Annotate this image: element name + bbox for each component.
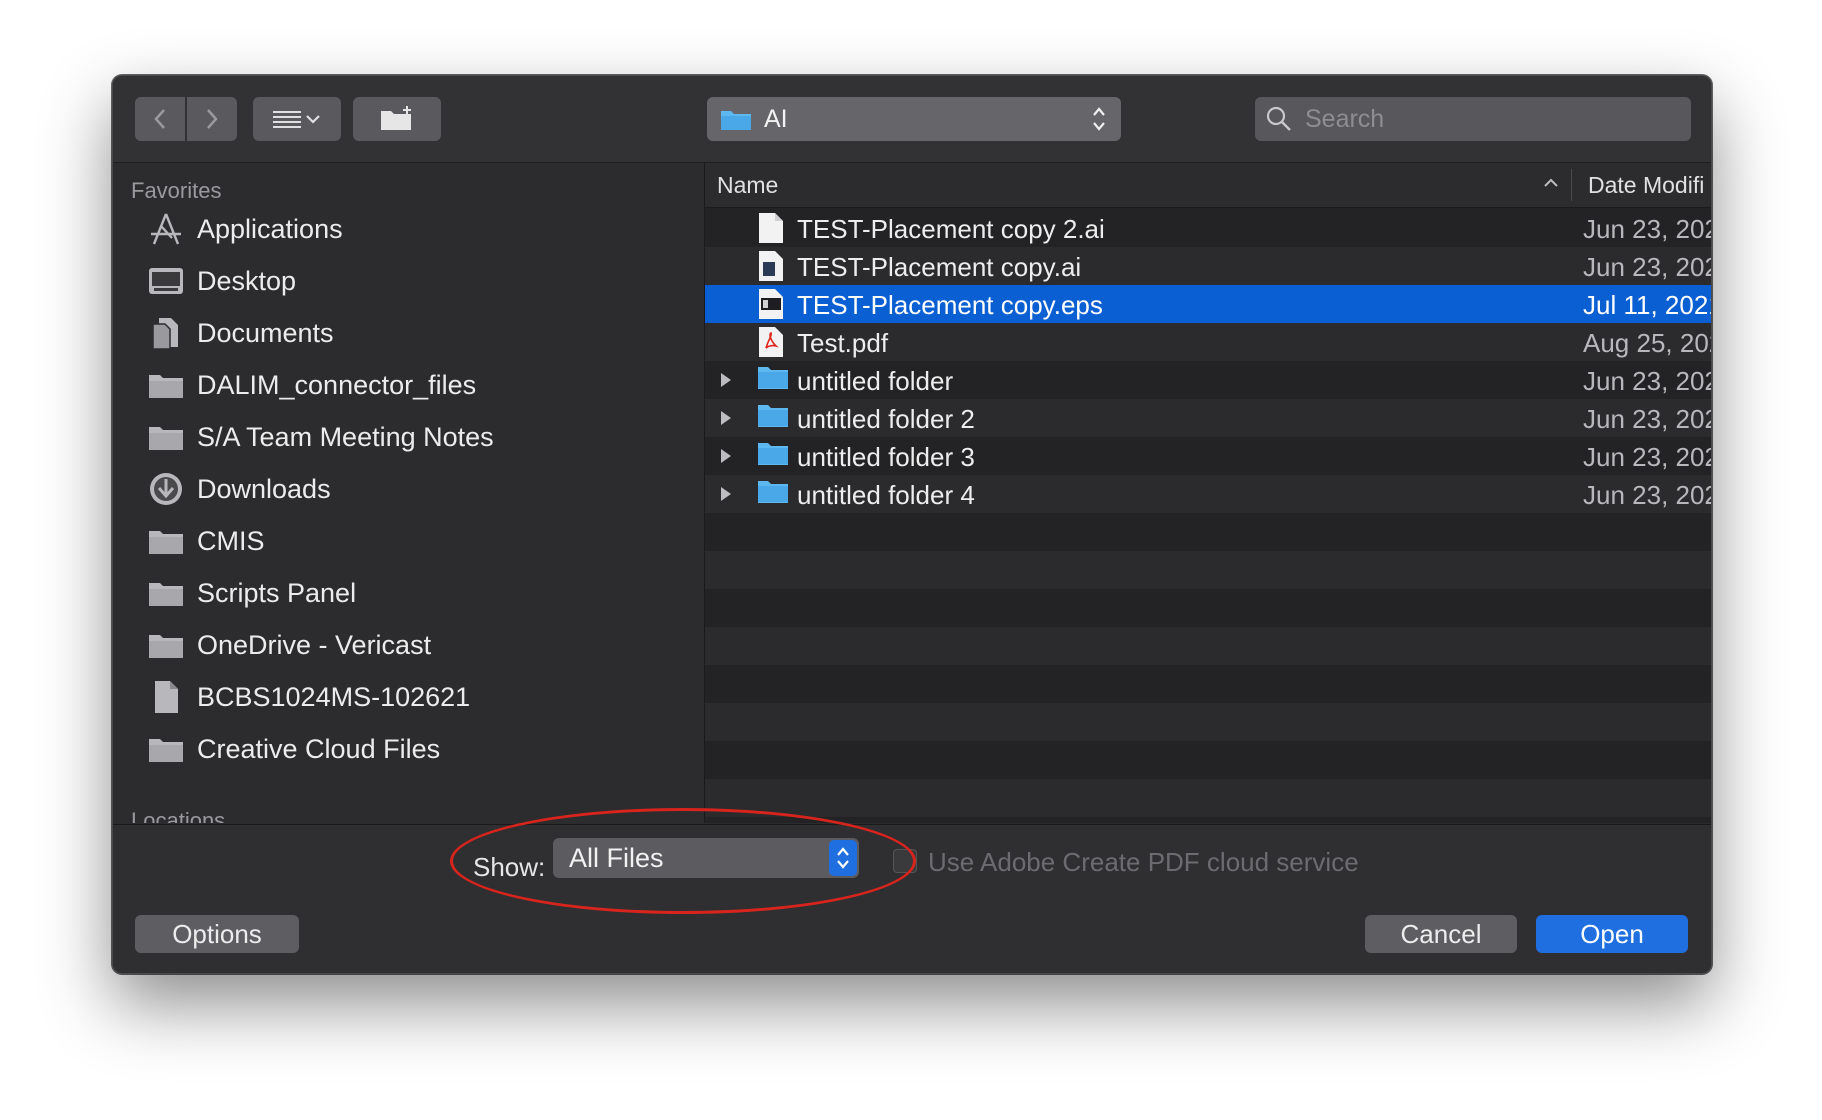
chevron-left-icon xyxy=(154,109,165,129)
empty-row xyxy=(705,741,1711,779)
sidebar-item-creative-cloud-files[interactable]: Creative Cloud Files xyxy=(147,725,440,773)
sidebar-item-sa-team-meeting-notes[interactable]: S/A Team Meeting Notes xyxy=(147,413,494,461)
cancel-button[interactable]: Cancel xyxy=(1365,915,1517,953)
documents-icon xyxy=(147,314,185,352)
empty-row xyxy=(705,589,1711,627)
location-popup[interactable]: AI xyxy=(707,97,1121,141)
show-file-type-popup[interactable]: All Files xyxy=(553,838,859,878)
forward-button[interactable] xyxy=(187,97,237,141)
options-button[interactable]: Options xyxy=(135,915,299,953)
search-field[interactable] xyxy=(1255,97,1691,141)
disclosure-triangle-icon[interactable] xyxy=(719,410,733,426)
empty-row xyxy=(705,665,1711,703)
file-list: Name Date Modifi TEST-Placement copy 2.a… xyxy=(705,163,1711,823)
file-row-selected[interactable]: TEST-Placement copy.eps Jul 11, 2021 xyxy=(705,285,1711,323)
folder-icon xyxy=(758,405,788,427)
new-folder-icon xyxy=(381,106,411,130)
column-header: Name Date Modifi xyxy=(705,163,1711,208)
column-date-modified[interactable]: Date Modifi xyxy=(1588,172,1704,199)
sidebar: Favorites Applications Desktop Documents… xyxy=(113,163,705,823)
disclosure-triangle-icon[interactable] xyxy=(719,486,733,502)
sidebar-item-bcbs1024ms[interactable]: BCBS1024MS-102621 xyxy=(147,673,470,721)
folder-icon xyxy=(147,730,185,768)
sidebar-item-applications[interactable]: Applications xyxy=(147,205,343,253)
folder-icon xyxy=(147,366,185,404)
sidebar-item-documents[interactable]: Documents xyxy=(147,309,334,357)
pdf-file-icon xyxy=(759,327,783,357)
sidebar-item-scripts-panel[interactable]: Scripts Panel xyxy=(147,569,356,617)
folder-icon xyxy=(147,418,185,456)
folder-row[interactable]: untitled folder 4 Jun 23, 202 xyxy=(705,475,1711,513)
sort-ascending-icon xyxy=(1544,178,1558,187)
file-row[interactable]: Test.pdf Aug 25, 202 xyxy=(705,323,1711,361)
folder-icon xyxy=(758,367,788,389)
show-label: Show: xyxy=(473,852,546,882)
folder-icon xyxy=(758,481,788,503)
search-input[interactable] xyxy=(1303,103,1667,135)
empty-row xyxy=(705,551,1711,589)
empty-row xyxy=(705,703,1711,741)
toolbar: AI xyxy=(113,76,1711,163)
desktop-icon xyxy=(147,262,185,300)
empty-row xyxy=(705,627,1711,665)
file-row[interactable]: TEST-Placement copy 2.ai Jun 23, 202 xyxy=(705,209,1711,247)
empty-row xyxy=(705,779,1711,817)
sidebar-item-onedrive-vericast[interactable]: OneDrive - Vericast xyxy=(147,621,431,669)
folder-icon xyxy=(147,522,185,560)
column-divider[interactable] xyxy=(1571,169,1572,201)
sidebar-item-desktop[interactable]: Desktop xyxy=(147,257,296,305)
sidebar-item-downloads[interactable]: Downloads xyxy=(147,465,331,513)
favorites-heading: Favorites xyxy=(131,178,222,203)
show-file-type-value: All Files xyxy=(569,843,664,873)
back-button[interactable] xyxy=(135,97,185,141)
column-name[interactable]: Name xyxy=(717,172,778,199)
folder-row[interactable]: untitled folder 3 Jun 23, 202 xyxy=(705,437,1711,475)
view-options-button[interactable] xyxy=(253,97,341,141)
folder-row[interactable]: untitled folder Jun 23, 202 xyxy=(705,361,1711,399)
sidebar-item-cmis[interactable]: CMIS xyxy=(147,517,265,565)
open-file-dialog: AI Favorites Applications Desktop xyxy=(112,75,1712,974)
adobe-pdf-label: Use Adobe Create PDF cloud service xyxy=(928,847,1359,877)
bottom-bar: Show: All Files Use Adobe Create PDF clo… xyxy=(113,824,1711,973)
up-down-chevron-icon xyxy=(829,840,857,876)
empty-row xyxy=(705,513,1711,551)
open-button[interactable]: Open xyxy=(1536,915,1688,953)
disclosure-triangle-icon[interactable] xyxy=(719,372,733,388)
folder-icon xyxy=(147,574,185,612)
folder-icon xyxy=(758,443,788,465)
locations-heading: Locations xyxy=(131,808,226,823)
ai-file-icon xyxy=(759,213,783,243)
applications-icon xyxy=(147,210,185,248)
downloads-icon xyxy=(147,470,185,508)
location-label: AI xyxy=(764,104,788,133)
adobe-pdf-checkbox[interactable] xyxy=(893,849,917,873)
folder-icon xyxy=(147,626,185,664)
list-view-icon xyxy=(273,111,320,128)
disclosure-triangle-icon[interactable] xyxy=(719,448,733,464)
chevron-right-icon xyxy=(207,109,218,129)
ai-file-icon xyxy=(759,251,783,281)
up-down-chevron-icon xyxy=(1093,107,1105,131)
file-row[interactable]: TEST-Placement copy.ai Jun 23, 202 xyxy=(705,247,1711,285)
folder-icon xyxy=(721,111,751,130)
folder-row[interactable]: untitled folder 2 Jun 23, 202 xyxy=(705,399,1711,437)
search-icon xyxy=(1266,106,1291,131)
document-icon xyxy=(147,678,185,716)
new-folder-button[interactable] xyxy=(353,97,441,141)
sidebar-item-dalim-connector-files[interactable]: DALIM_connector_files xyxy=(147,361,476,409)
eps-file-icon xyxy=(759,289,783,319)
